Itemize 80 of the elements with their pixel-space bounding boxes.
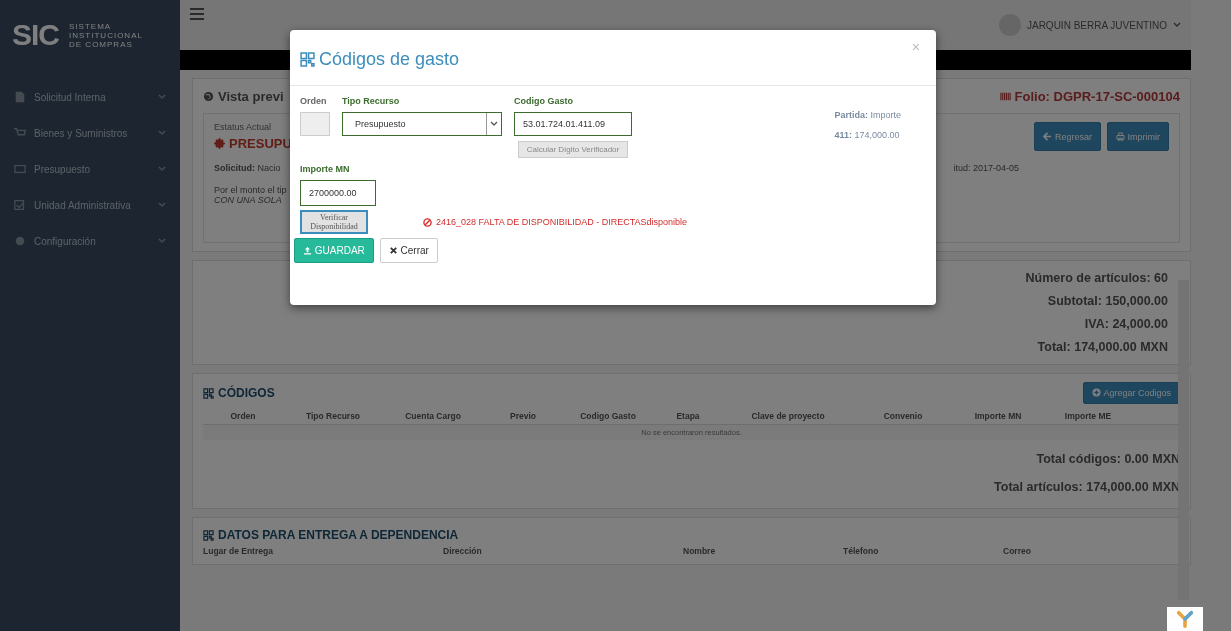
column-header: Importe ME — [1063, 411, 1113, 421]
total-text: Total: 174,000.00 MXN — [1037, 340, 1168, 354]
column-header: Previo — [509, 411, 537, 421]
verify-button[interactable]: Verificar Disponibilidad — [300, 210, 368, 234]
sidebar-item[interactable]: Solicitud Interna — [0, 79, 180, 115]
column-header: Clave de proyecto — [750, 411, 826, 421]
total-text: Subtotal: 150,000.00 — [1047, 294, 1168, 308]
action-button[interactable]: Regresar — [1034, 122, 1101, 151]
debug-toolbar[interactable] — [1167, 607, 1203, 631]
scrollbar[interactable] — [1178, 280, 1189, 600]
printer-icon — [1116, 131, 1125, 141]
ban-icon — [423, 217, 432, 227]
column-header: Importe MN — [973, 411, 1023, 421]
close-button[interactable]: × — [905, 38, 926, 56]
column-header: Dirección — [443, 546, 483, 556]
gear-icon — [214, 138, 225, 149]
chevron-icon — [158, 238, 166, 244]
column-header: Télefono — [843, 546, 880, 556]
column-header: Orden — [229, 411, 257, 421]
status-label: Estatus Actual — [214, 122, 273, 132]
total-text: IVA: 24,000.00 — [1084, 317, 1168, 331]
action-button[interactable]: Imprimir — [1107, 122, 1169, 151]
resource-type-select[interactable]: Presupuesto — [342, 112, 502, 136]
add-codes-button[interactable]: Agregar Codigos — [1083, 382, 1180, 404]
field-label: Tipo Recurso — [342, 96, 401, 106]
partida-text: Partida: Importe — [834, 110, 901, 120]
logo-mark: SIC — [12, 18, 59, 52]
field-label: Codigo Gasto — [514, 96, 574, 106]
panel-title: Vista previ — [218, 88, 284, 104]
logo-text: INSTITUCIONAL — [69, 30, 143, 40]
chevron-icon — [158, 202, 166, 208]
total-text: Número de artículos: 60 — [1025, 271, 1168, 285]
column-header: Nombre — [683, 546, 717, 556]
section-title: CÓDIGOS — [218, 386, 275, 400]
arrow-left-icon — [1043, 131, 1053, 141]
barcode-icon — [999, 90, 1011, 102]
column-header: Codigo Gasto — [579, 411, 637, 421]
close-button[interactable]: Cerrar — [379, 238, 438, 263]
order-field[interactable] — [300, 112, 330, 136]
qr-icon — [300, 52, 315, 67]
sidebar-item[interactable]: Configuración — [0, 223, 180, 259]
folio-text: Folio: DGPR-17-SC-000104 — [1014, 88, 1180, 104]
column-header: Etapa — [675, 411, 701, 421]
column-header: Cuenta Cargo — [404, 411, 462, 421]
column-header: Tipo Recurso — [304, 411, 362, 421]
plus-circle-icon — [1092, 388, 1102, 397]
request-text: Solicitud: Nacio — [214, 163, 281, 173]
chevron-icon — [158, 130, 166, 136]
qr-icon — [203, 387, 214, 399]
sidebar-item[interactable]: Presupuesto — [0, 151, 180, 187]
column-header: Lugar de Entrega — [203, 546, 274, 556]
chevron-icon — [158, 166, 166, 172]
error-message: 2416_028 FALTA DE DISPONIBILIDAD - DIRECTASdisponible — [436, 217, 688, 227]
status-text: PRESUPU — [229, 136, 292, 151]
chevron-icon — [158, 94, 166, 100]
section-title: DATOS PARA ENTREGA A DEPENDENCIA — [218, 528, 459, 542]
y-logo-icon — [1176, 610, 1194, 628]
note-text: Por el monto el tip — [214, 185, 287, 195]
column-header: Correo — [1003, 546, 1032, 556]
expense-code-field[interactable]: 53.01.724.01.411.09 — [514, 112, 632, 136]
save-button[interactable]: GUARDAR — [294, 238, 374, 263]
close-icon — [388, 246, 398, 255]
dialog-title: Códigos de gasto — [300, 49, 460, 70]
chevron-icon — [490, 121, 498, 127]
column-header: Convenio — [882, 411, 924, 421]
field-label: Orden — [300, 96, 328, 106]
partida-value: 411: 174,000.00 — [834, 130, 901, 140]
amount-field[interactable]: 2700000.00 — [300, 180, 376, 206]
note-text: CON UNA SOLA — [214, 195, 282, 205]
logo-text: DE COMPRAS — [69, 39, 134, 49]
date-text: itud: 2017-04-05 — [953, 163, 1019, 173]
upload-icon — [303, 246, 312, 255]
field-label: Importe MN — [300, 164, 351, 174]
chevron-icon — [1173, 22, 1181, 28]
logo-text: SISTEMA — [69, 21, 113, 31]
sidebar-item[interactable]: Bienes y Suministros — [0, 115, 180, 151]
user-menu[interactable]: JARQUIN BERRA JUVENTINO — [1026, 19, 1167, 31]
globe-icon — [203, 90, 214, 102]
qr-icon — [203, 529, 214, 541]
sidebar-item[interactable]: Unidad Administrativa — [0, 187, 180, 223]
